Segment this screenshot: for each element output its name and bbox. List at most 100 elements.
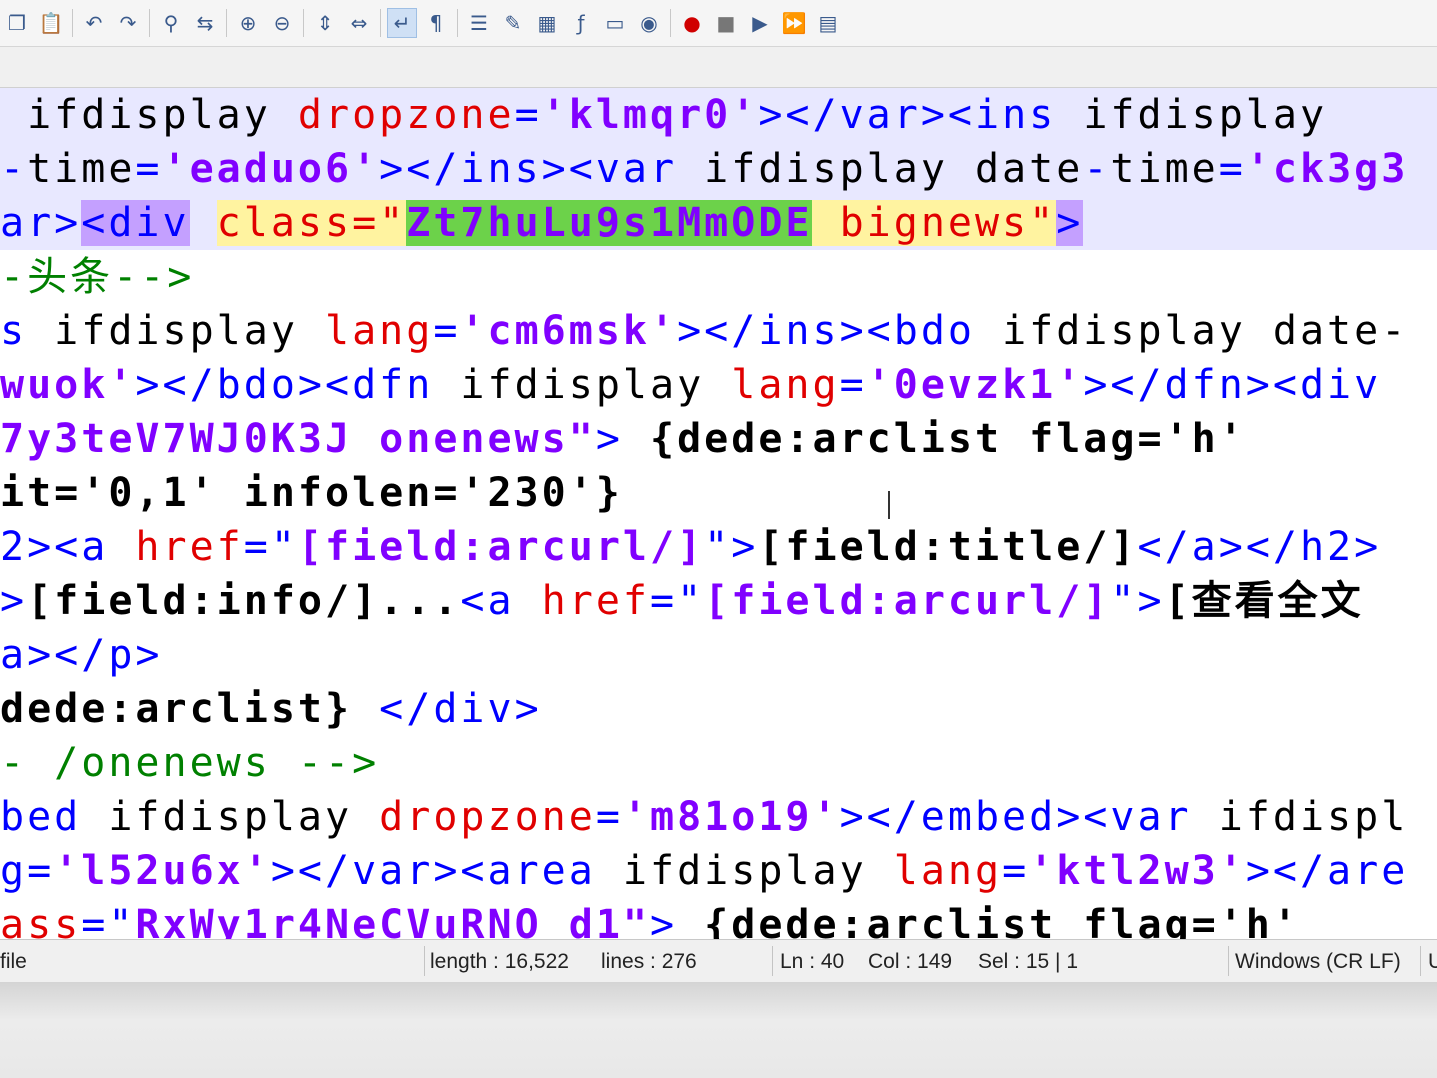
tag-token: s xyxy=(0,308,55,354)
tag-token: bed xyxy=(0,794,109,840)
tag-token: "> xyxy=(704,524,759,570)
code-line[interactable]: ifdisplay dropzone='klmqr0'></var><ins i… xyxy=(0,88,1437,142)
copy-icon[interactable]: ❐ xyxy=(2,8,32,38)
tag-token: > xyxy=(0,578,28,624)
code-line[interactable]: it='0,1' infolen='230'} xyxy=(0,466,623,520)
toolbar-separator xyxy=(670,9,671,37)
attribute-token: dropzone xyxy=(379,794,596,840)
save-macro-icon[interactable]: ▤ xyxy=(813,8,843,38)
status-eol-format[interactable]: Windows (CR LF) xyxy=(1235,940,1401,982)
tag-token: - xyxy=(1083,146,1111,192)
attribute-token: lang xyxy=(325,308,434,354)
status-encoding[interactable]: U xyxy=(1428,940,1437,982)
code-line[interactable]: wuok'></bdo><dfn ifdisplay lang='0evzk1'… xyxy=(0,358,1381,412)
zoom-in-icon[interactable]: ⊕ xyxy=(233,8,263,38)
template-token: {dede:arclist flag='h' xyxy=(622,416,1246,462)
code-line[interactable]: a></p> xyxy=(0,628,163,682)
tag-token: ></var><area xyxy=(270,848,623,894)
paste-icon[interactable]: 📋 xyxy=(36,8,66,38)
template-token: [field:info/]... xyxy=(27,578,461,624)
record-macro-icon[interactable]: ● xyxy=(677,8,707,38)
monitoring-icon[interactable]: ◉ xyxy=(634,8,664,38)
user-defined-language-icon[interactable]: ✎ xyxy=(498,8,528,38)
tag-token xyxy=(190,200,217,246)
text-token: time xyxy=(1110,146,1219,192)
code-line[interactable]: g='l52u6x'></var><area ifdisplay lang='k… xyxy=(0,844,1408,898)
code-editor[interactable]: ifdisplay dropzone='klmqr0'></var><ins i… xyxy=(0,88,1437,939)
tab-bar xyxy=(0,47,1437,88)
code-line[interactable]: ar><div class="Zt7huLu9s1MmODE bignews"> xyxy=(0,196,1437,250)
tag-token: > xyxy=(595,416,623,462)
run-macro-multiple-icon[interactable]: ⏩ xyxy=(779,8,809,38)
matched-tag-token: > xyxy=(1056,200,1084,246)
text-token: ifdisplay date xyxy=(704,146,1084,192)
text-token: ifdisplay date- xyxy=(1002,308,1409,354)
attribute-token: href xyxy=(135,524,244,570)
tag-token: = xyxy=(1218,146,1246,192)
code-line[interactable]: bed ifdisplay dropzone='m81o19'></embed>… xyxy=(0,790,1408,844)
code-line[interactable]: s ifdisplay lang='cm6msk'></ins><bdo ifd… xyxy=(0,304,1408,358)
template-token: dede:arclist} xyxy=(0,686,353,732)
tag-token: ></ins><bdo xyxy=(677,308,1003,354)
tag-token: =" xyxy=(649,578,705,624)
value-token: 'cm6msk' xyxy=(460,308,678,354)
status-column: Col : 149 xyxy=(868,950,953,973)
desktop-background xyxy=(0,982,1437,1078)
find-icon[interactable]: ⚲ xyxy=(156,8,186,38)
replace-icon[interactable]: ⇆ xyxy=(190,8,220,38)
sync-vertical-icon[interactable]: ⇕ xyxy=(310,8,340,38)
tag-token: </a></h2> xyxy=(1137,524,1382,570)
show-all-characters-icon[interactable]: ¶ xyxy=(421,8,451,38)
status-divider xyxy=(772,946,773,976)
comment-token: - /onenews --> xyxy=(0,740,380,786)
tag-token: = xyxy=(595,794,623,840)
code-line[interactable]: 2><a href="[field:arcurl/]">[field:title… xyxy=(0,520,1381,574)
tag-token: a></p> xyxy=(0,632,163,678)
undo-icon[interactable]: ↶ xyxy=(79,8,109,38)
toolbar-separator xyxy=(303,9,304,37)
code-line[interactable]: -time='eaduo6'></ins><var ifdisplay date… xyxy=(0,142,1437,196)
tag-token: = xyxy=(839,362,867,408)
value-token: 7y3teV7WJ0K3J onenews" xyxy=(0,416,596,462)
template-token: [查看全文 xyxy=(1164,578,1364,624)
code-line[interactable]: -头条--> xyxy=(0,250,194,304)
status-selection: Sel : 15 | 1 xyxy=(978,950,1079,973)
tag-token: ></var><ins xyxy=(758,92,1084,138)
text-token: ifdisplay xyxy=(622,848,894,894)
status-divider xyxy=(1420,946,1421,976)
function-list-icon[interactable]: ƒ xyxy=(566,8,596,38)
matched-attribute-token: bignews" xyxy=(812,200,1057,246)
toolbar-separator xyxy=(72,9,73,37)
code-line[interactable]: dede:arclist} </div> xyxy=(0,682,542,736)
value-token: wuok' xyxy=(0,362,136,408)
stop-recording-icon[interactable]: ■ xyxy=(711,8,741,38)
value-token: '0evzk1' xyxy=(866,362,1084,408)
redo-icon[interactable]: ↷ xyxy=(113,8,143,38)
indent-guide-icon[interactable]: ☰ xyxy=(464,8,494,38)
sync-horizontal-icon[interactable]: ⇔ xyxy=(344,8,374,38)
playback-macro-icon[interactable]: ▶ xyxy=(745,8,775,38)
code-line[interactable]: ass="RxWy1r4NeCVuRNO d1"> {dede:arclist … xyxy=(0,898,1300,939)
tag-token: ></dfn><div xyxy=(1083,362,1382,408)
status-length: length : 16,522 xyxy=(430,950,569,973)
code-line[interactable]: - /onenews --> xyxy=(0,736,379,790)
text-cursor-icon xyxy=(888,491,890,519)
folder-as-workspace-icon[interactable]: ▭ xyxy=(600,8,630,38)
toolbar: ❐ 📋 ↶ ↷ ⚲ ⇆ ⊕ ⊖ ⇕ ⇔ ↵ ¶ ☰ ✎ ▦ ƒ ▭ ◉ ● ■ ▶ ⏩ ▤ xyxy=(0,0,1437,47)
tag-token: 2><a xyxy=(0,524,136,570)
word-wrap-icon[interactable]: ↵ xyxy=(387,8,417,38)
template-token: {dede:arclist flag='h' xyxy=(677,902,1300,939)
value-token: 'ck3g3 xyxy=(1245,146,1409,192)
code-line[interactable]: >[field:info/]...<a href="[field:arcurl/… xyxy=(0,574,1364,628)
status-bar: file length : 16,522 lines : 276 Ln : 40… xyxy=(0,939,1437,982)
attribute-token: ass xyxy=(0,902,82,939)
matched-attribute-token: class=" xyxy=(216,200,407,246)
tag-token: </div> xyxy=(352,686,542,732)
status-lines: lines : 276 xyxy=(601,950,697,973)
attribute-token: lang xyxy=(893,848,1003,894)
zoom-out-icon[interactable]: ⊖ xyxy=(267,8,297,38)
code-line[interactable]: 7y3teV7WJ0K3J onenews"> {dede:arclist fl… xyxy=(0,412,1246,466)
document-map-icon[interactable]: ▦ xyxy=(532,8,562,38)
toolbar-separator xyxy=(149,9,150,37)
status-divider xyxy=(1228,946,1229,976)
